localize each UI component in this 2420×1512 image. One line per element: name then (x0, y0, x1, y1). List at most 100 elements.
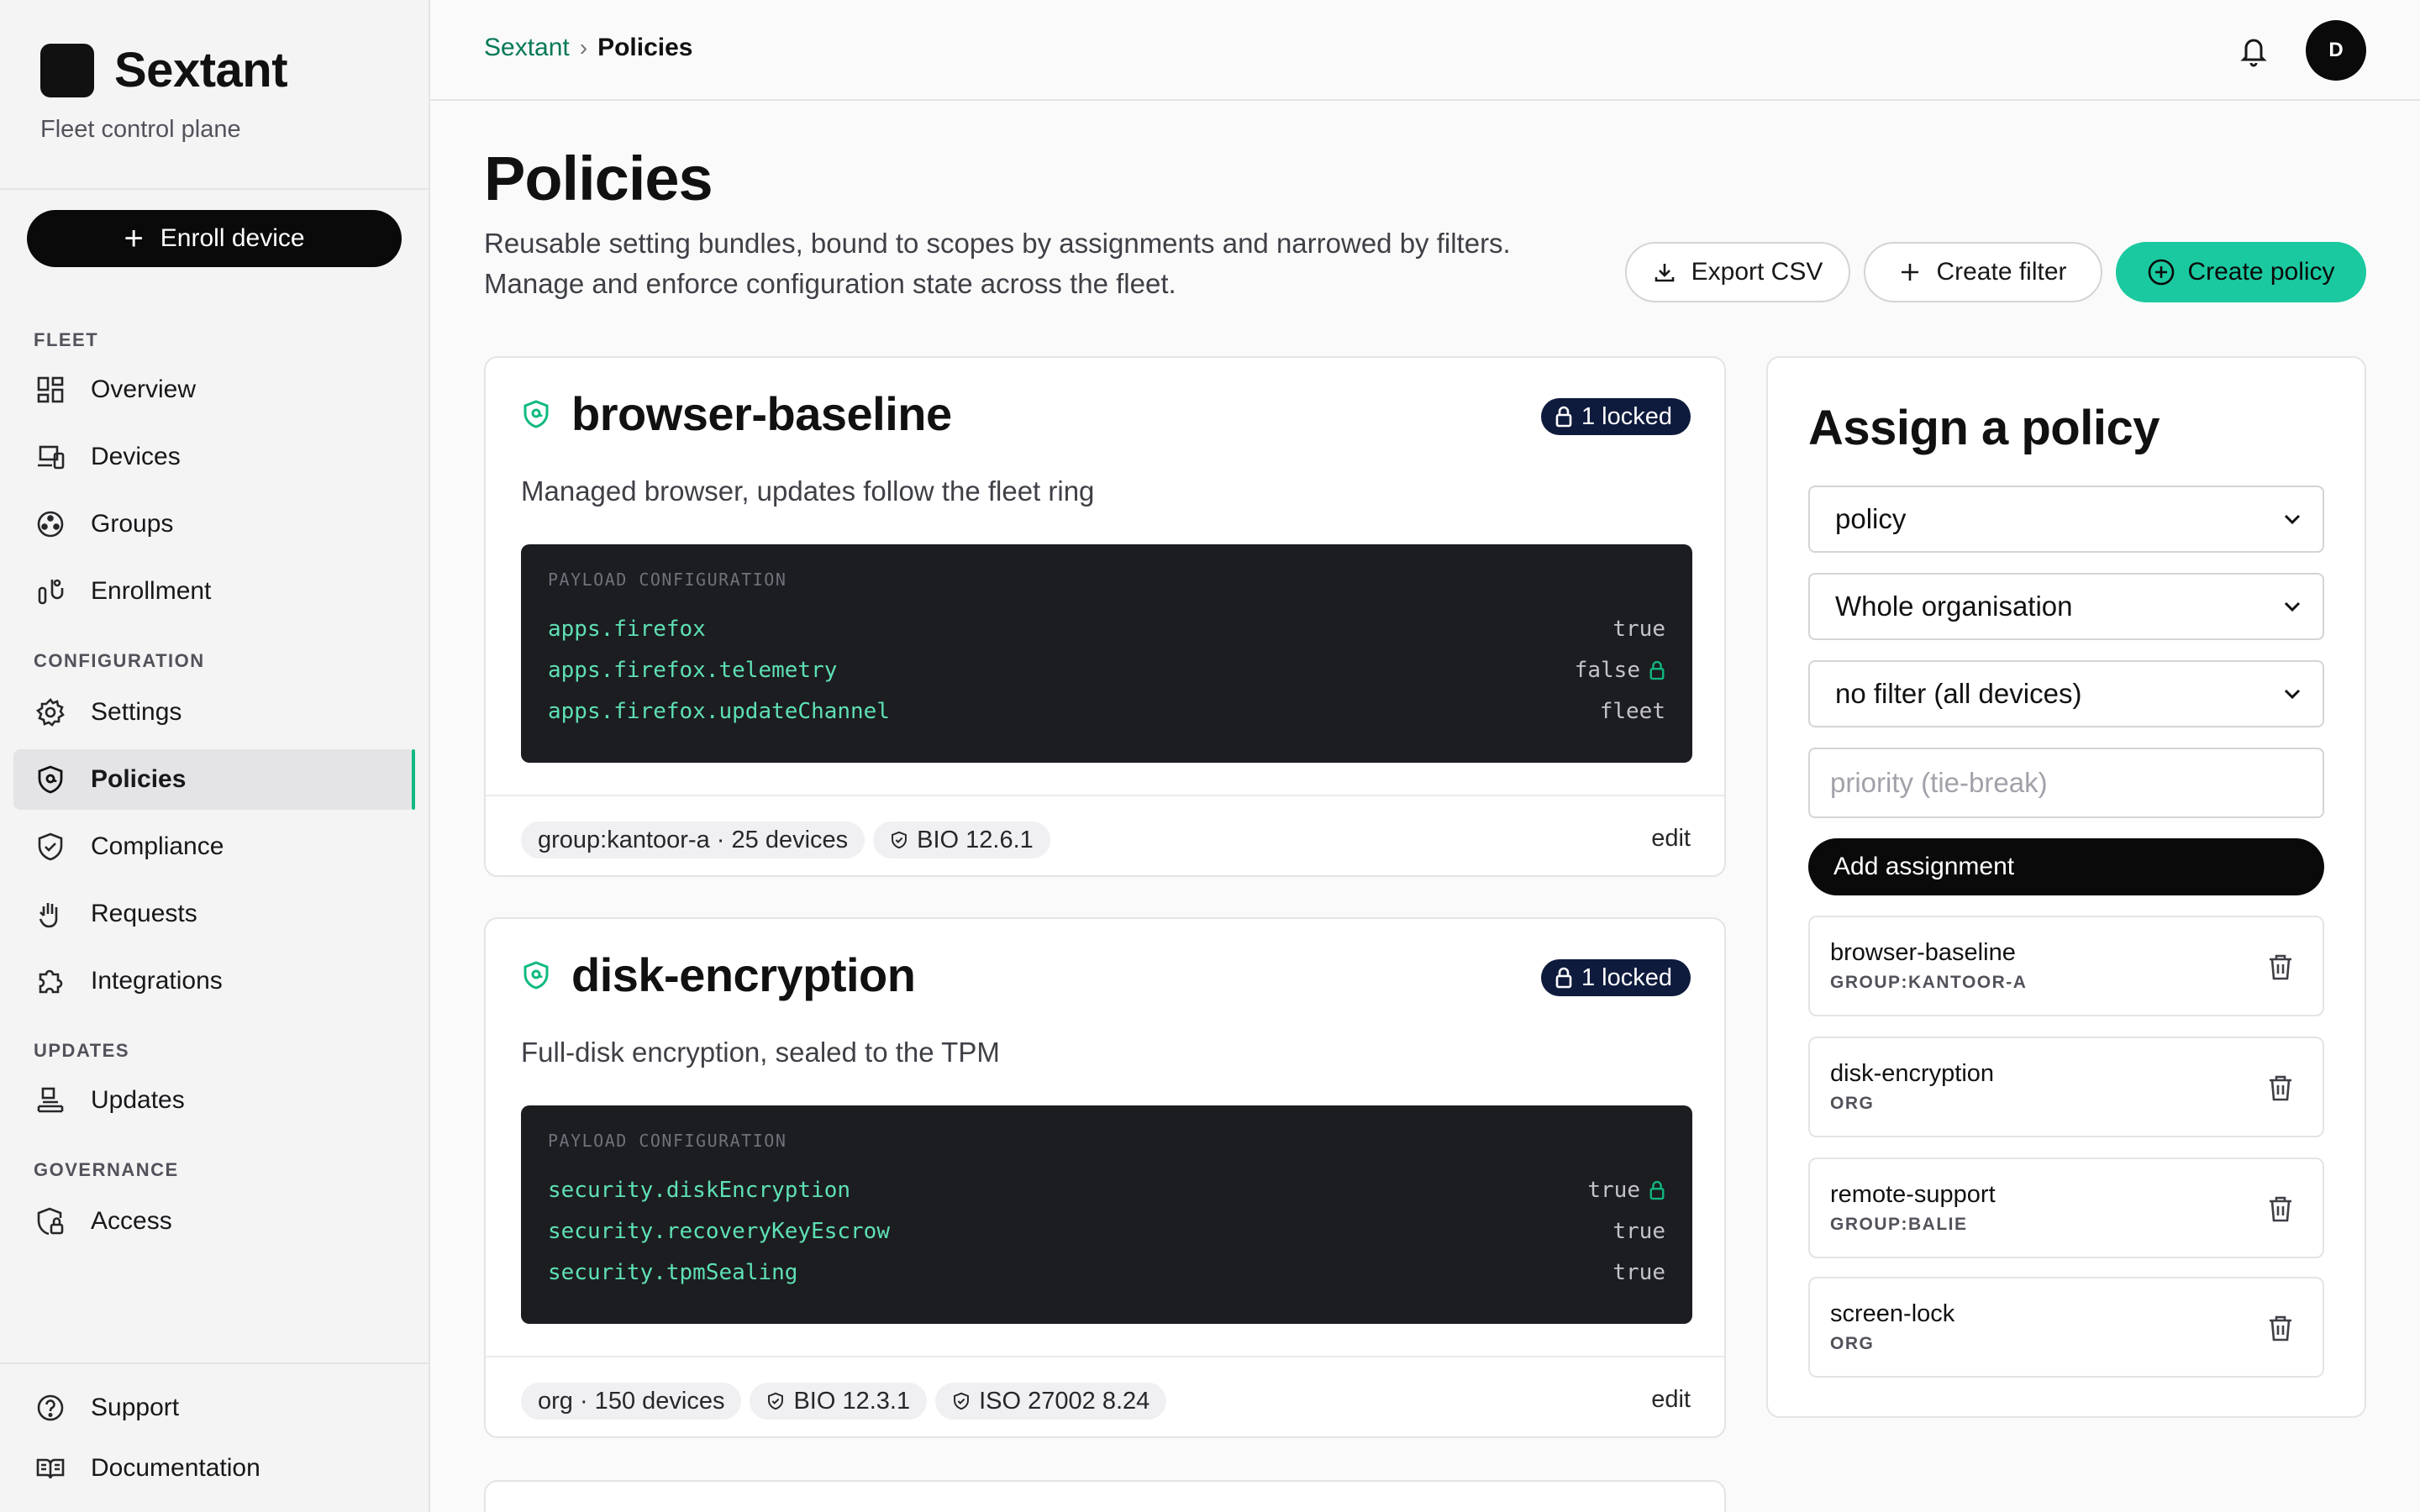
breadcrumb-root-link[interactable]: Sextant (484, 34, 570, 62)
create-filter-button[interactable]: Create filter (1864, 242, 2102, 302)
export-csv-button[interactable]: Export CSV (1625, 242, 1850, 302)
assignment-policy-name: browser-baseline (1830, 939, 2016, 966)
page-title: Policies (484, 144, 713, 213)
create-policy-label: Create policy (2187, 258, 2335, 286)
payload-value: true (1612, 1260, 1665, 1285)
download-icon (1655, 264, 1674, 282)
payload-key: security.tpmSealing (548, 1259, 798, 1285)
export-csv-label: Export CSV (1691, 258, 1823, 286)
payload-configuration: PAYLOAD CONFIGURATION apps.firefox true … (521, 544, 1692, 763)
plus-icon: + (124, 220, 144, 257)
gear-icon (35, 698, 65, 727)
lock-icon (1555, 967, 1572, 989)
payload-key: apps.firefox (548, 616, 706, 642)
sidebar-item-label: Updates (91, 1086, 185, 1114)
sidebar-item-integrations[interactable]: Integrations (13, 951, 415, 1011)
bell-icon[interactable] (2235, 32, 2272, 69)
sidebar-item-settings[interactable]: Settings (13, 682, 415, 743)
filter-select[interactable]: no filter (all devices) (1808, 660, 2324, 727)
scope-tag: org · 150 devices (521, 1383, 742, 1420)
sidebar: Sextant Fleet control plane + Enroll dev… (0, 0, 430, 1512)
sidebar-item-label: Policies (91, 765, 187, 793)
policy-description: Managed browser, updates follow the flee… (521, 475, 1095, 507)
sidebar-item-label: Requests (91, 900, 197, 927)
access-icon (37, 1207, 64, 1236)
payload-key: apps.firefox.updateChannel (548, 698, 890, 724)
payload-row: apps.firefox true (548, 608, 1665, 649)
sidebar-item-label: Compliance (91, 832, 224, 860)
edit-policy-link[interactable]: edit (1651, 825, 1691, 853)
compass-logo-icon (40, 43, 94, 97)
enroll-device-button[interactable]: + Enroll device (27, 210, 402, 267)
compliance-tag-label: ISO 27002 8.24 (979, 1387, 1150, 1415)
policy-select-value: policy (1835, 503, 1907, 534)
sidebar-item-enrollment[interactable]: Enrollment (13, 561, 415, 622)
groups-icon (37, 511, 64, 538)
sidebar-item-updates[interactable]: Updates (13, 1070, 415, 1131)
sidebar-item-label: Settings (91, 698, 182, 726)
trash-icon[interactable] (2267, 953, 2294, 981)
assignment-policy-name: disk-encryption (1830, 1060, 1995, 1087)
policy-name[interactable]: disk-encryption (571, 948, 916, 1002)
assignment-item: remote-support GROUP:BALIE (1808, 1158, 2324, 1258)
sidebar-item-policies[interactable]: Policies (13, 749, 415, 810)
shield-icon (523, 960, 549, 990)
assignment-scope: GROUP:KANTOOR-A (1830, 973, 2028, 992)
assignment-scope: GROUP:BALIE (1830, 1215, 1968, 1234)
payload-value-text: false (1574, 657, 1640, 683)
policy-description: Full-disk encryption, sealed to the TPM (521, 1037, 1000, 1068)
sidebar-item-support[interactable]: Support (13, 1378, 415, 1438)
card-divider (486, 795, 1724, 796)
sidebar-item-groups[interactable]: Groups (13, 494, 415, 554)
trash-icon[interactable] (2267, 1314, 2294, 1342)
sidebar-item-access[interactable]: Access (13, 1191, 415, 1252)
sidebar-item-devices[interactable]: Devices (13, 427, 415, 487)
create-policy-button[interactable]: Create policy (2116, 242, 2366, 302)
trash-icon[interactable] (2267, 1074, 2294, 1102)
assignment-item: browser-baseline GROUP:KANTOOR-A (1808, 916, 2324, 1016)
payload-value: true (1612, 1219, 1665, 1244)
payload-value-text: fleet (1599, 698, 1665, 724)
plus-circle-icon (2149, 259, 2175, 286)
sidebar-divider (0, 1362, 429, 1364)
policy-select[interactable]: policy (1808, 486, 2324, 553)
compliance-tag-label: BIO 12.6.1 (917, 826, 1034, 853)
sidebar-item-overview[interactable]: Overview (13, 360, 415, 420)
priority-input[interactable] (1808, 748, 2324, 818)
sidebar-divider (0, 188, 429, 190)
sidebar-item-label: Groups (91, 510, 174, 538)
book-icon (36, 1458, 65, 1479)
scope-select[interactable]: Whole organisation (1808, 573, 2324, 640)
payload-row: security.recoveryKeyEscrow true (548, 1210, 1665, 1252)
sidebar-item-label: Enrollment (91, 577, 212, 605)
assignment-scope: ORG (1830, 1094, 1875, 1113)
scope-select-value: Whole organisation (1835, 591, 2073, 622)
sidebar-item-compliance[interactable]: Compliance (13, 816, 415, 877)
payload-row: security.diskEncryption true (548, 1169, 1665, 1210)
sidebar-item-requests[interactable]: Requests (13, 884, 415, 944)
breadcrumb: Sextant › Policies (484, 34, 692, 62)
add-assignment-button[interactable]: Add assignment (1808, 838, 2324, 895)
puzzle-icon (39, 969, 63, 994)
payload-value-text: true (1612, 616, 1665, 642)
brand[interactable]: Sextant (40, 42, 288, 98)
sidebar-item-documentation[interactable]: Documentation (13, 1438, 415, 1499)
chevron-down-icon (2284, 689, 2301, 700)
locked-count: 1 locked (1581, 963, 1672, 991)
shield-check-icon (38, 832, 63, 861)
nav-section-governance: GOVERNANCE (34, 1159, 179, 1180)
compliance-tag: BIO 12.6.1 (873, 822, 1050, 858)
payload-label: PAYLOAD CONFIGURATION (548, 1131, 787, 1151)
payload-value: fleet (1600, 699, 1665, 724)
chevron-down-icon (2284, 601, 2301, 612)
edit-policy-link[interactable]: edit (1651, 1386, 1691, 1414)
assignment-policy-name: screen-lock (1830, 1300, 1955, 1327)
payload-key: security.diskEncryption (548, 1177, 851, 1203)
locked-badge: 1 locked (1540, 959, 1691, 996)
shield-check-icon (954, 1392, 970, 1410)
trash-icon[interactable] (2267, 1194, 2294, 1223)
assign-title: Assign a policy (1808, 401, 2160, 455)
avatar[interactable]: D (2306, 20, 2366, 81)
payload-value: false (1575, 658, 1665, 683)
policy-name[interactable]: browser-baseline (571, 386, 952, 441)
